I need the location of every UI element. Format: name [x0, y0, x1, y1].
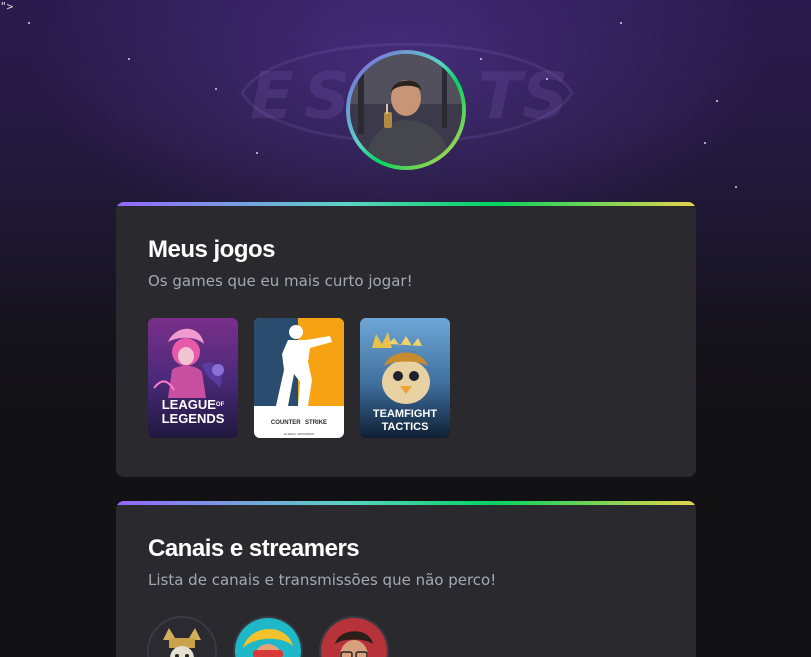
game-teamfight-tactics[interactable]: TEAMFIGHT TACTICS — [360, 318, 450, 438]
lol-logo-text: LEAGUEOF LEGENDS — [161, 397, 225, 426]
game-counter-strike[interactable]: COUNTER STRIKE GLOBAL OFFENSIVE — [254, 318, 344, 438]
games-title: Meus jogos — [148, 236, 276, 263]
svg-text:S: S — [522, 60, 568, 134]
channel-avatar-2[interactable] — [233, 616, 303, 657]
tft-logo-text: TEAMFIGHT TACTICS — [372, 408, 438, 433]
svg-text:E: E — [250, 60, 294, 134]
game-league-of-legends[interactable]: LEAGUEOF LEGENDS — [148, 318, 238, 438]
games-list: LEAGUEOF LEGENDS COUNTER STRIKE GLOBAL O… — [148, 318, 450, 438]
profile-photo — [350, 54, 462, 166]
channels-list — [147, 616, 389, 657]
profile-avatar — [346, 50, 466, 170]
svg-text:T: T — [478, 60, 526, 134]
channels-card: Canais e streamers Lista de canais e tra… — [116, 501, 696, 657]
channel-avatar-1[interactable] — [147, 616, 217, 657]
stray-markup-text: "> — [0, 0, 14, 13]
channels-subtitle: Lista de canais e transmissões que não p… — [148, 571, 497, 589]
cs-logo-text: COUNTER STRIKE GLOBAL OFFENSIVE — [270, 420, 328, 436]
svg-text:S: S — [304, 60, 350, 134]
channels-title: Canais e streamers — [148, 535, 360, 562]
channel-avatar-3[interactable] — [319, 616, 389, 657]
games-subtitle: Os games que eu mais curto jogar! — [148, 272, 413, 290]
my-games-card: Meus jogos Os games que eu mais curto jo… — [116, 202, 696, 477]
